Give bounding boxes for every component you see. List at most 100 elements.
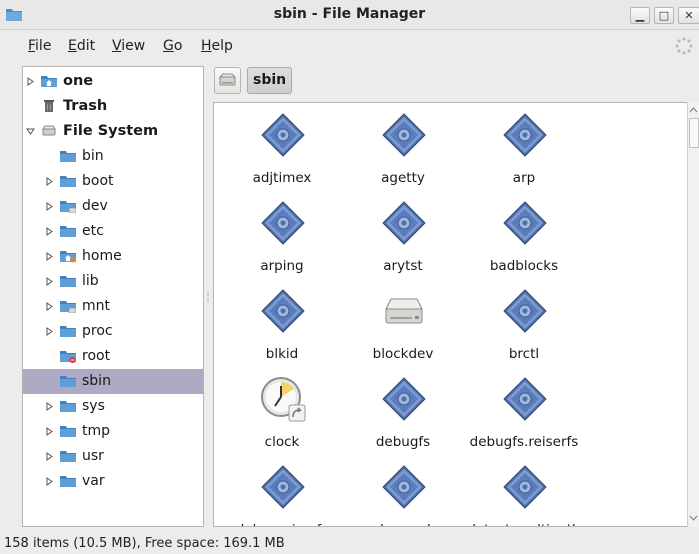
file-item[interactable]: arytst bbox=[338, 195, 468, 279]
sidebar-item-label: lib bbox=[82, 273, 99, 289]
sidebar-item-lib[interactable]: lib bbox=[23, 269, 203, 294]
sidebar-tree[interactable]: one Trash File System bin boot dev etc home lib m… bbox=[22, 66, 204, 527]
folder-home-icon bbox=[60, 251, 76, 263]
sidebar-item-proc[interactable]: proc bbox=[23, 319, 203, 344]
menu-edit[interactable]: Edit bbox=[68, 38, 95, 54]
file-name: debugfs bbox=[375, 434, 431, 450]
sidebar-item-etc[interactable]: etc bbox=[23, 219, 203, 244]
pane-splitter-handle[interactable] bbox=[206, 290, 210, 304]
file-item[interactable]: depmod bbox=[338, 459, 468, 526]
menu-file[interactable]: File bbox=[28, 38, 51, 54]
menu-help[interactable]: Help bbox=[201, 38, 233, 54]
expander-closed-icon[interactable] bbox=[45, 277, 54, 286]
sidebar-item-sbin[interactable]: sbin bbox=[23, 369, 203, 394]
menu-view[interactable]: View bbox=[112, 38, 145, 54]
sidebar-item-boot[interactable]: boot bbox=[23, 169, 203, 194]
menu-bar: File Edit View Go Help bbox=[0, 31, 699, 61]
expander-closed-icon[interactable] bbox=[45, 327, 54, 336]
file-name: arping bbox=[260, 258, 304, 274]
file-name: brctl bbox=[508, 346, 540, 362]
drive-icon bbox=[42, 125, 56, 136]
scrollbar-thumb[interactable] bbox=[689, 118, 699, 148]
window-title: sbin - File Manager bbox=[273, 6, 426, 22]
sidebar-item-trash[interactable]: Trash bbox=[23, 94, 203, 119]
scroll-down-arrow-icon[interactable] bbox=[688, 512, 699, 524]
sidebar-item-bin[interactable]: bin bbox=[23, 144, 203, 169]
file-item[interactable]: debugfs.reiserfs bbox=[459, 371, 589, 455]
expander-open-icon[interactable] bbox=[26, 127, 35, 136]
file-item[interactable]: agetty bbox=[338, 107, 468, 191]
sidebar-item-label: var bbox=[82, 473, 105, 489]
expander-closed-icon[interactable] bbox=[45, 177, 54, 186]
executable-icon bbox=[503, 201, 547, 245]
folder-icon bbox=[60, 226, 76, 237]
file-item[interactable]: blkid bbox=[217, 283, 347, 367]
file-name: debugreiserfs bbox=[217, 522, 347, 526]
executable-icon bbox=[261, 201, 305, 245]
minimize-button[interactable]: ▁ bbox=[630, 7, 650, 24]
sidebar-item-label: proc bbox=[82, 323, 113, 339]
sidebar-item-tmp[interactable]: tmp bbox=[23, 419, 203, 444]
folder-icon bbox=[60, 426, 76, 437]
sidebar-item-one[interactable]: one bbox=[23, 69, 203, 94]
file-name: blkid bbox=[265, 346, 299, 362]
executable-icon bbox=[261, 289, 305, 333]
sidebar-item-home[interactable]: home bbox=[23, 244, 203, 269]
expander-closed-icon[interactable] bbox=[45, 227, 54, 236]
path-root-button[interactable] bbox=[214, 67, 241, 94]
expander-closed-icon[interactable] bbox=[45, 402, 54, 411]
folder-locked-icon bbox=[60, 351, 76, 363]
maximize-button[interactable]: □ bbox=[654, 7, 674, 24]
file-item[interactable]: clock bbox=[217, 371, 347, 455]
drive-icon bbox=[385, 298, 423, 324]
file-name: depmod bbox=[338, 522, 468, 526]
activity-spinner-icon bbox=[675, 37, 693, 55]
sidebar-item-root[interactable]: root bbox=[23, 344, 203, 369]
file-item[interactable]: adjtimex bbox=[217, 107, 347, 191]
file-item[interactable]: arping bbox=[217, 195, 347, 279]
executable-icon bbox=[382, 377, 426, 421]
file-item[interactable]: arp bbox=[459, 107, 589, 191]
folder-icon bbox=[60, 151, 76, 162]
path-crumb-current[interactable]: sbin bbox=[247, 67, 293, 94]
executable-icon bbox=[503, 113, 547, 157]
file-name: agetty bbox=[381, 170, 425, 186]
expander-closed-icon[interactable] bbox=[45, 252, 54, 261]
sidebar-item-dev[interactable]: dev bbox=[23, 194, 203, 219]
vertical-scrollbar[interactable] bbox=[687, 102, 699, 527]
expander-closed-icon[interactable] bbox=[45, 427, 54, 436]
sidebar-item-label: one bbox=[63, 73, 94, 89]
executable-icon bbox=[382, 465, 426, 509]
sidebar-item-usr[interactable]: usr bbox=[23, 444, 203, 469]
sidebar-item-sys[interactable]: sys bbox=[23, 394, 203, 419]
executable-icon bbox=[503, 377, 547, 421]
menu-go[interactable]: Go bbox=[163, 38, 182, 54]
file-name: badblocks bbox=[489, 258, 559, 274]
scroll-up-arrow-icon[interactable] bbox=[688, 104, 699, 116]
status-text: 158 items (10.5 MB), Free space: 169.1 M… bbox=[4, 536, 285, 551]
file-item[interactable]: blockdev bbox=[338, 283, 468, 367]
sidebar-item-label: boot bbox=[82, 173, 114, 189]
expander-closed-icon[interactable] bbox=[45, 452, 54, 461]
file-item[interactable]: detect-multipath bbox=[459, 459, 589, 526]
close-button[interactable]: ✕ bbox=[678, 7, 699, 24]
sidebar-item-var[interactable]: var bbox=[23, 469, 203, 494]
expander-closed-icon[interactable] bbox=[45, 302, 54, 311]
sidebar-item-file-system[interactable]: File System bbox=[23, 119, 203, 144]
file-item[interactable]: brctl bbox=[459, 283, 589, 367]
file-item[interactable]: debugfs bbox=[338, 371, 468, 455]
executable-icon bbox=[261, 113, 305, 157]
status-bar: 158 items (10.5 MB), Free space: 169.1 M… bbox=[0, 530, 699, 554]
executable-icon bbox=[261, 465, 305, 509]
expander-closed-icon[interactable] bbox=[45, 202, 54, 211]
expander-closed-icon[interactable] bbox=[26, 77, 35, 86]
trash-icon bbox=[44, 100, 54, 112]
file-item[interactable]: debugreiserfs bbox=[217, 459, 347, 526]
file-name: detect-multipath bbox=[459, 522, 589, 526]
sidebar-item-label: sbin bbox=[82, 373, 111, 389]
file-item[interactable]: badblocks bbox=[459, 195, 589, 279]
file-icon-view[interactable]: adjtimex agetty arp arping arytst badblocks bl… bbox=[213, 102, 699, 527]
file-name: adjtimex bbox=[252, 170, 312, 186]
sidebar-item-mnt[interactable]: mnt bbox=[23, 294, 203, 319]
expander-closed-icon[interactable] bbox=[45, 477, 54, 486]
